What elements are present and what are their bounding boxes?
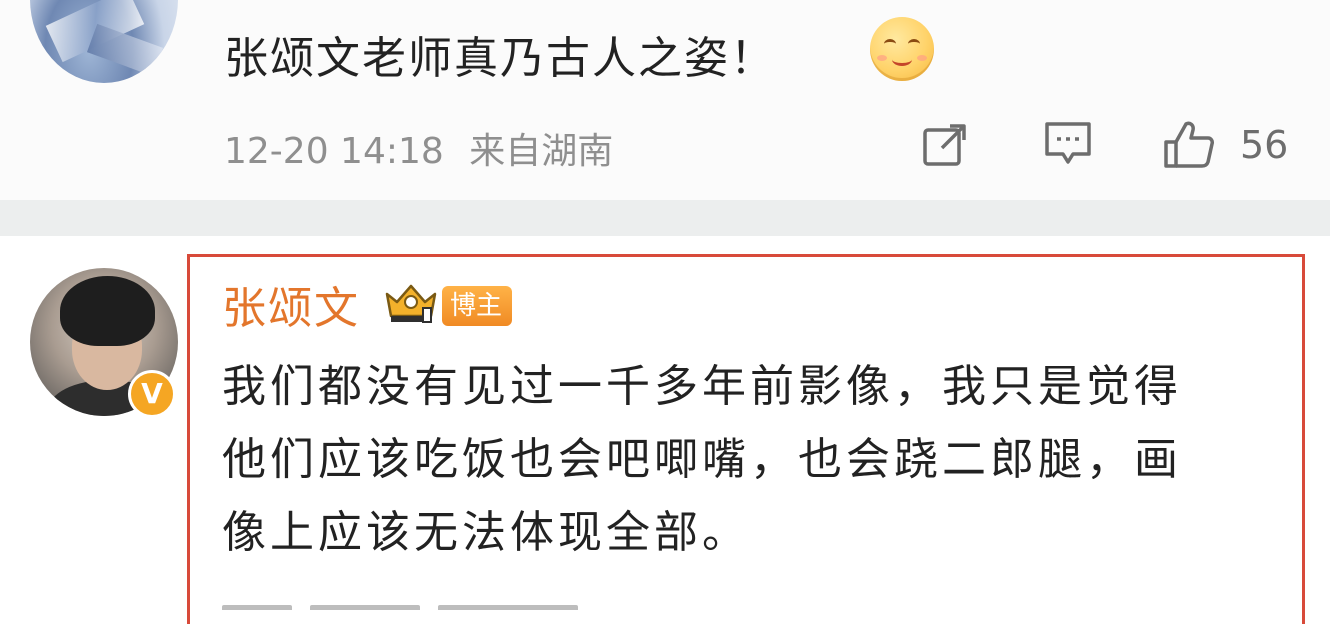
comment-meta: 12-20 14:18 来自湖南 [224,122,613,174]
blogger-badge: 博主 [442,286,513,326]
section-divider [0,200,1330,236]
thumbs-up-icon [1164,121,1214,168]
avatar-art [60,276,155,346]
reply-text-line: 像上应该无法体现全部。 [222,507,750,558]
comment-location: 来自湖南 [469,131,614,172]
like-button[interactable]: 56 [1162,118,1288,172]
share-icon [923,124,966,166]
comment-text: 张颂文老师真乃古人之姿！ [224,33,776,84]
verified-v-icon: V [128,370,176,418]
top-comment: 张颂文老师真乃古人之姿！ 12-20 14:18 来自湖南 56 [0,0,1330,200]
avatar[interactable] [30,0,178,83]
comment-timestamp: 12-20 14:18 [224,131,444,172]
cropped-meta-row [222,600,1292,610]
reply-username[interactable]: 张颂文 [222,272,360,336]
comment-icon [1045,122,1091,164]
reply-text-line: 他们应该吃饭也会吧唧嘴，也会跷二郎腿，画 [222,434,1182,485]
reply-button[interactable] [1043,118,1093,168]
share-button[interactable] [920,118,972,170]
crown-badge-icon [385,284,437,323]
smile-emoji-icon [870,17,934,81]
reply-text: 我们都没有见过一千多年前影像，我只是觉得 他们应该吃饭也会吧唧嘴，也会跷二郎腿，… [222,350,1292,569]
reply-text-line: 我们都没有见过一千多年前影像，我只是觉得 [222,361,1182,412]
like-count: 56 [1240,123,1289,167]
